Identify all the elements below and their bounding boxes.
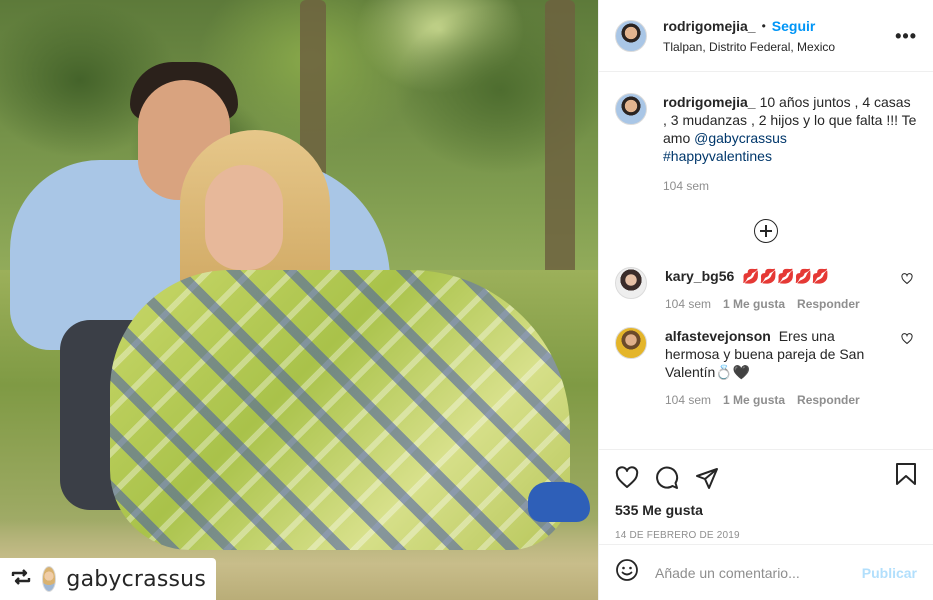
comment-item: alfastevejonson Eres una hermosa y buena…	[615, 327, 917, 407]
comment-username[interactable]: kary_bg56	[665, 268, 734, 284]
publish-button[interactable]: Publicar	[862, 565, 917, 581]
comment-input[interactable]	[655, 564, 862, 581]
post-location[interactable]: Tlalpan, Distrito Federal, Mexico	[663, 40, 835, 54]
emoji-icon[interactable]	[615, 558, 639, 588]
comments-section[interactable]: rodrigomejia_ 10 años juntos , 4 casas , …	[599, 72, 933, 449]
caption-time[interactable]: 104 sem	[663, 179, 917, 193]
reply-button[interactable]: Responder	[797, 297, 860, 311]
post-date[interactable]: 14 DE FEBRERO DE 2019	[615, 530, 917, 541]
photo-shoe	[528, 482, 590, 522]
comment-time[interactable]: 104 sem	[665, 297, 711, 311]
add-comment-bar: Publicar	[599, 544, 933, 600]
photo-dress	[110, 270, 570, 550]
post-photo[interactable]: gabycrassus	[0, 0, 598, 600]
like-heart-icon[interactable]	[615, 466, 639, 490]
comment-text: 💋💋💋💋💋	[742, 268, 830, 284]
caption-username[interactable]: rodrigomejia_	[663, 94, 756, 110]
repost-tag: gabycrassus	[0, 558, 216, 600]
reply-button[interactable]: Responder	[797, 393, 860, 407]
comment-item: kary_bg56 💋💋💋💋💋 104 sem 1 Me gusta Respo…	[615, 267, 917, 311]
likes-count[interactable]: 535 Me gusta	[615, 502, 917, 518]
repost-icon	[10, 566, 32, 592]
caption-hashtag[interactable]: #happyvalentines	[663, 148, 772, 164]
comment-avatar[interactable]	[615, 267, 647, 299]
caption-avatar[interactable]	[615, 93, 647, 125]
comment-likes[interactable]: 1 Me gusta	[723, 393, 785, 407]
photo-woman-face	[205, 165, 283, 270]
load-more-comments[interactable]	[615, 219, 917, 243]
repost-username: gabycrassus	[66, 566, 206, 592]
author-username[interactable]: rodrigomejia_	[663, 18, 756, 34]
separator-dot: •	[761, 18, 766, 33]
follow-button[interactable]: Seguir	[772, 18, 816, 34]
instagram-post: gabycrassus rodrigomejia_ • Seguir Tlalp…	[0, 0, 933, 600]
share-send-icon[interactable]	[695, 466, 719, 490]
comment-username[interactable]: alfastevejonson	[665, 328, 771, 344]
plus-circle-icon[interactable]	[754, 219, 778, 243]
header-meta: rodrigomejia_ • Seguir Tlalpan, Distrito…	[663, 18, 835, 54]
comment-time[interactable]: 104 sem	[665, 393, 711, 407]
caption-mention[interactable]: @gabycrassus	[694, 130, 787, 146]
post-actions: 535 Me gusta 14 DE FEBRERO DE 2019	[599, 449, 933, 544]
comment-bubble-icon[interactable]	[655, 466, 679, 490]
author-avatar[interactable]	[615, 19, 647, 52]
post-sidebar: rodrigomejia_ • Seguir Tlalpan, Distrito…	[598, 0, 933, 600]
comment-avatar[interactable]	[615, 327, 647, 359]
post-header: rodrigomejia_ • Seguir Tlalpan, Distrito…	[599, 0, 933, 72]
like-comment-heart-icon[interactable]	[901, 333, 913, 348]
like-comment-heart-icon[interactable]	[901, 273, 913, 288]
caption: rodrigomejia_ 10 años juntos , 4 casas , …	[615, 93, 917, 193]
more-options-icon[interactable]: •••	[895, 26, 917, 47]
comment-likes[interactable]: 1 Me gusta	[723, 297, 785, 311]
repost-avatar	[42, 566, 57, 592]
bookmark-icon[interactable]	[895, 462, 917, 489]
